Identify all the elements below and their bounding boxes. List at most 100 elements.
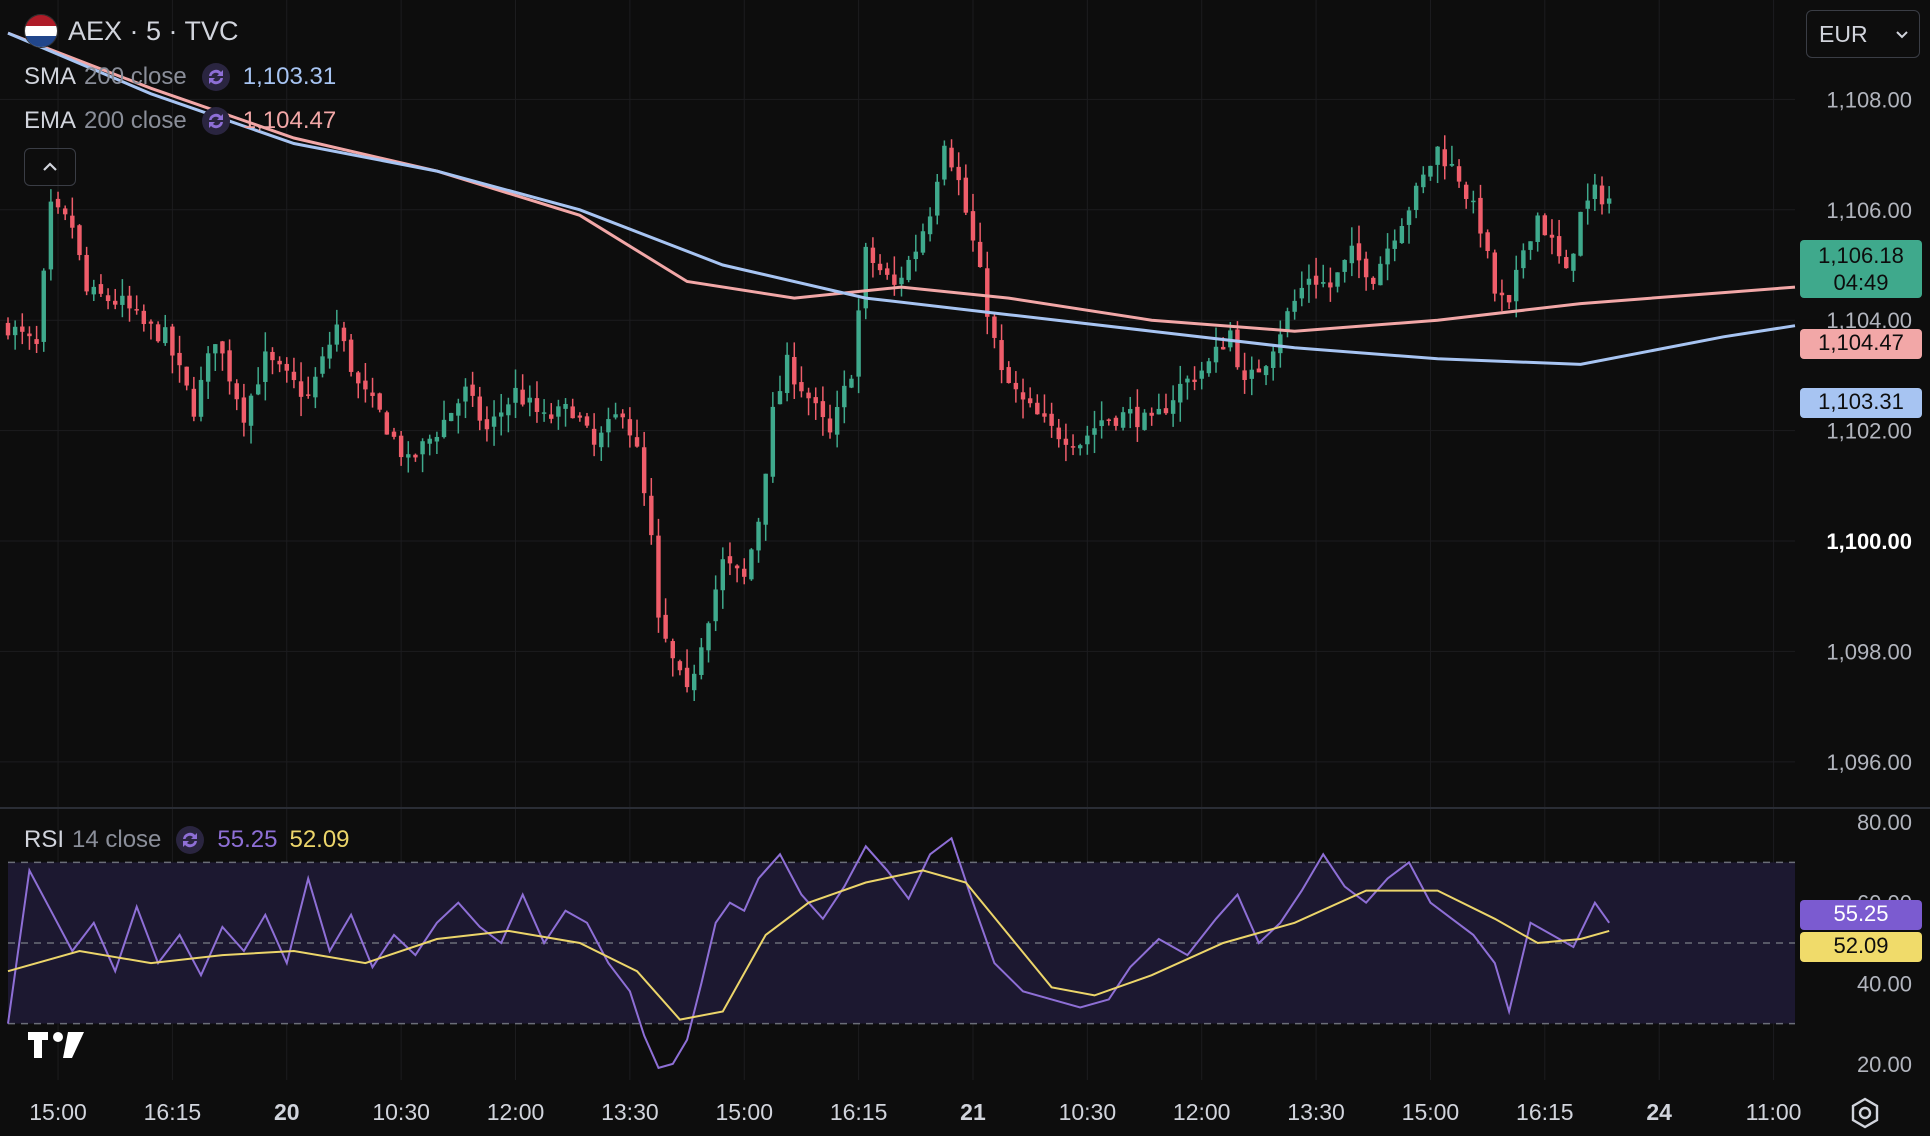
last-price-value: 1,106.18	[1818, 243, 1904, 268]
candle-body	[613, 414, 618, 418]
candle-body	[105, 295, 111, 302]
candle-body	[1120, 412, 1126, 428]
candle-body	[999, 340, 1004, 371]
candle-body	[384, 412, 390, 435]
candle-body	[248, 395, 254, 426]
ema-legend[interactable]: EMA 200 close 1,104.47	[24, 106, 336, 136]
candle-body	[498, 412, 504, 417]
sync-icon[interactable]	[201, 106, 231, 136]
candle-body	[706, 623, 711, 651]
candle-body	[1013, 382, 1019, 390]
candle-body	[5, 322, 11, 336]
candle-body	[1213, 346, 1219, 363]
last-price-tag: 1,106.18 04:49	[1800, 240, 1922, 298]
candle-body	[1421, 174, 1426, 188]
candle-body	[1564, 257, 1569, 269]
candle-body	[913, 251, 919, 260]
candle-body	[806, 392, 811, 399]
candle-body	[1042, 413, 1047, 417]
chart-settings-icon[interactable]	[1848, 1096, 1882, 1130]
candle-body	[1363, 258, 1369, 278]
currency-select[interactable]: EUR	[1806, 10, 1920, 58]
x-axis-tick-label: 16:15	[1516, 1099, 1574, 1125]
collapse-legend-button[interactable]	[24, 148, 76, 186]
candle-body	[413, 454, 418, 458]
x-axis-tick-label: 12:00	[487, 1099, 545, 1125]
candle-body	[1077, 445, 1083, 449]
y-axis-tick-label: 1,100.00	[1826, 529, 1912, 554]
rsi-value-tag: 55.25	[1800, 900, 1922, 930]
candle-body	[1521, 250, 1526, 269]
candle-body	[1599, 185, 1605, 205]
symbol-title-row[interactable]: AEX · 5 · TVC	[24, 14, 239, 48]
candle-body	[1442, 149, 1447, 167]
candle-body	[656, 535, 661, 618]
candle-body	[277, 360, 282, 365]
candle-body	[184, 366, 189, 386]
candle-body	[1549, 234, 1555, 238]
candle-body	[734, 565, 740, 569]
candle-body	[1306, 278, 1312, 285]
candle-body	[48, 201, 54, 270]
candle-body	[12, 326, 18, 336]
candle-body	[341, 327, 347, 342]
candle-body	[298, 381, 304, 397]
candle-body	[1349, 245, 1355, 264]
candle-body	[1170, 400, 1176, 414]
sync-icon[interactable]	[201, 62, 231, 92]
candle-body	[141, 310, 147, 325]
candle-body	[1471, 200, 1476, 203]
candle-body	[391, 431, 397, 437]
candle-body	[606, 419, 611, 433]
candle-body	[1092, 428, 1097, 435]
candle-body	[513, 387, 518, 403]
sma-legend[interactable]: SMA 200 close 1,103.31	[24, 62, 336, 92]
candle-body	[620, 413, 625, 418]
sync-icon[interactable]	[175, 825, 205, 855]
candle-body	[484, 419, 490, 430]
candle-body	[27, 333, 32, 337]
candle-body	[1113, 417, 1119, 426]
candle-body	[985, 268, 990, 317]
candle-body	[1592, 184, 1598, 199]
symbol-title: AEX · 5 · TVC	[68, 15, 239, 46]
rsi-band-background	[8, 862, 1795, 1024]
candle-body	[213, 344, 218, 354]
candle-body	[1378, 263, 1383, 286]
candle-body	[1192, 379, 1197, 382]
x-axis-tick-label: 15:00	[1402, 1099, 1460, 1125]
rsi-legend[interactable]: RSI 14 close 55.25 52.09	[24, 825, 350, 855]
candle-body	[949, 147, 954, 168]
candle-body	[220, 341, 225, 354]
chart-canvas[interactable]: 15:00 16:15 20 10:30 12:00 13:30 15:00 16:15 21 1…	[0, 0, 1930, 1136]
netherlands-flag-icon	[24, 14, 58, 48]
candle-body	[334, 324, 340, 345]
candle-body	[306, 394, 311, 396]
candle-body	[820, 401, 826, 418]
candle-body	[1049, 413, 1054, 426]
candle-body	[427, 438, 432, 444]
candle-body	[977, 241, 983, 267]
candle-body	[784, 354, 790, 394]
candle-body	[1456, 166, 1462, 182]
y-axis-tick-label: 1,102.00	[1826, 419, 1912, 444]
sma-legend-name: SMA	[24, 63, 77, 90]
candle-body	[892, 274, 897, 285]
candle-body	[927, 216, 933, 235]
candle-body	[127, 295, 132, 309]
candle-body	[41, 270, 46, 342]
candle-body	[1156, 408, 1162, 415]
x-axis-tick-label: 21	[960, 1099, 986, 1125]
rsi-y-axis-tick-label: 80.00	[1857, 810, 1912, 835]
currency-label: EUR	[1819, 20, 1868, 47]
candle-body	[1220, 346, 1226, 350]
candle-body	[1142, 412, 1147, 430]
candle-body	[356, 372, 361, 384]
candle-body	[792, 356, 797, 385]
candle-body	[1235, 329, 1240, 368]
candle-body	[70, 215, 75, 228]
rsi-ma-value-tag: 52.09	[1800, 932, 1922, 962]
candle-body	[1278, 334, 1283, 354]
candle-body	[62, 208, 68, 215]
candle-body	[270, 351, 275, 361]
